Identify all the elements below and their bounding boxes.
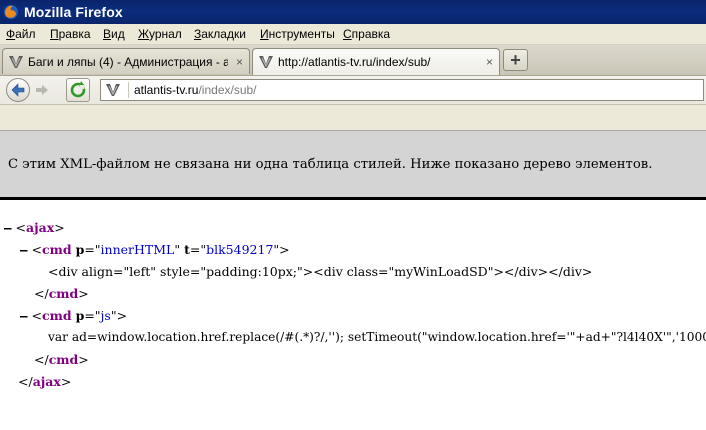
xml-attr: p [75,308,85,323]
xml-tag: cmd [42,308,72,323]
tab-close-icon[interactable]: × [486,55,493,69]
xml-tree: – <ajax> – <cmd p="innerHTML" t="blk5492… [0,200,706,430]
tab-strip: Баги и ляпы (4) - Администрация - atla..… [0,45,706,76]
xml-attr-value: js [100,308,111,323]
xml-cmd1-open: – <cmd p="innerHTML" t="blk549217"> [20,242,290,257]
navigation-toolbar: atlantis-tv.ru/index/sub/ [0,76,706,105]
menu-bar: Файл Правка Вид Журнал Закладки Инструме… [0,24,706,45]
xml-cmd2-close: </cmd> [34,352,89,367]
tab-label: Баги и ляпы (4) - Администрация - atla..… [28,55,228,69]
menu-tools[interactable]: Инструменты [260,27,335,41]
back-arrow-icon [11,83,25,97]
address-bar[interactable]: atlantis-tv.ru/index/sub/ [100,79,704,101]
xml-cmd2-content: var ad=window.location.href.replace(/#(.… [48,330,706,344]
back-button[interactable] [6,78,30,102]
xml-tag: ajax [32,374,61,389]
menu-edit[interactable]: Правка [50,27,91,41]
firefox-icon [4,5,18,19]
site-favicon-icon [9,56,23,68]
collapse-toggle[interactable]: – [4,220,12,235]
xml-tag: cmd [48,352,79,367]
xml-attr-value: innerHTML [100,242,175,257]
xml-notice: С этим XML-файлом не связана ни одна таб… [0,130,706,200]
title-bar: Mozilla Firefox [0,0,706,24]
xml-cmd2-open: – <cmd p="js"> [20,308,128,323]
tab-admin[interactable]: Баги и ляпы (4) - Администрация - atla..… [2,48,250,74]
collapse-toggle[interactable]: – [20,242,28,257]
xml-tag: ajax [26,220,55,235]
reload-button[interactable] [66,78,90,102]
xml-cmd1-content: <div align="left" style="padding:10px;">… [48,264,593,279]
tab-current[interactable]: http://atlantis-tv.ru/index/sub/ × [252,48,500,75]
xml-cmd1-close: </cmd> [34,286,89,301]
xml-attr-value: blk549217 [206,242,274,257]
tab-close-icon[interactable]: × [236,55,243,69]
xml-notice-text: С этим XML-файлом не связана ни одна таб… [8,157,653,172]
forward-arrow-icon[interactable] [34,82,50,98]
collapse-toggle[interactable]: – [20,308,28,323]
xml-attr: p [75,242,85,257]
new-tab-button[interactable]: + [503,49,528,71]
menu-file[interactable]: Файл [6,27,36,41]
window-title: Mozilla Firefox [24,4,123,20]
site-favicon-icon [259,56,273,68]
menu-view[interactable]: Вид [103,27,125,41]
xml-tag: cmd [42,242,72,257]
tab-label: http://atlantis-tv.ru/index/sub/ [278,55,431,69]
url-path: /index/sub/ [198,83,257,97]
url-host: atlantis-tv.ru [134,83,199,97]
menu-bookmarks[interactable]: Закладки [194,27,246,41]
address-url[interactable]: atlantis-tv.ru/index/sub/ [134,83,257,97]
site-favicon-icon [106,84,120,96]
xml-tag: cmd [48,286,79,301]
reload-icon [70,81,86,98]
address-divider [128,82,129,98]
bookmarks-area [0,105,706,130]
xml-ajax-close: </ajax> [18,374,72,389]
menu-help[interactable]: Справка [343,27,390,41]
xml-ajax-open: – <ajax> [4,220,65,235]
menu-history[interactable]: Журнал [138,27,182,41]
